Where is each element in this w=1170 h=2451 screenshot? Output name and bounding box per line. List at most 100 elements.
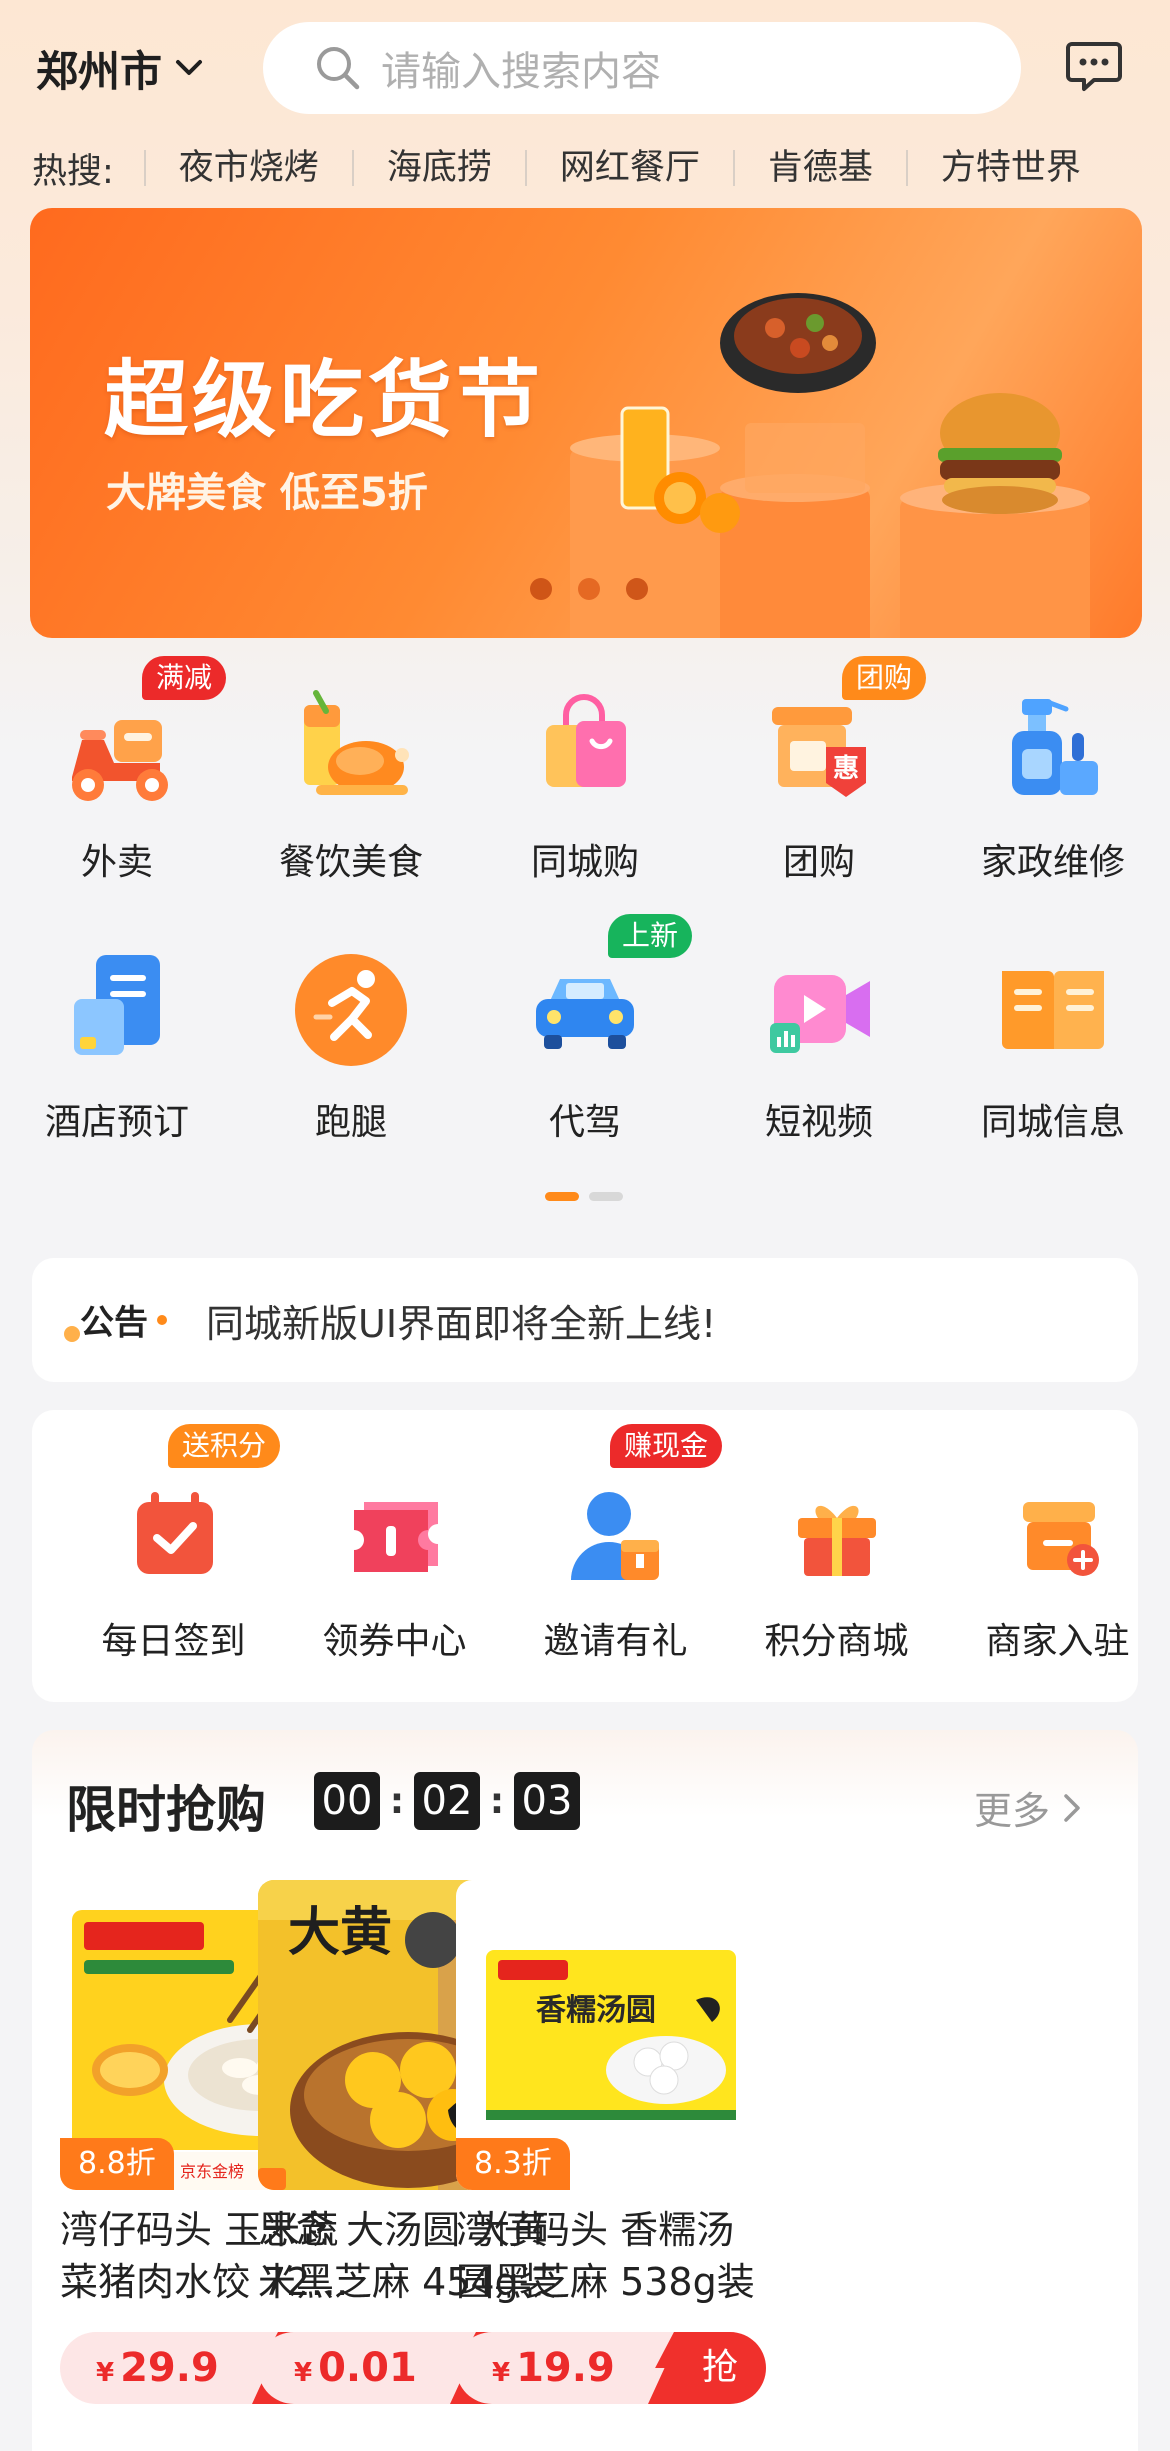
task-points-mall[interactable]: 积分商城 xyxy=(726,1480,947,1664)
calendar-check-icon xyxy=(119,1480,229,1590)
video-camera-icon xyxy=(754,945,884,1075)
product-price: ¥0.01 xyxy=(294,2345,417,2391)
service-label: 同城购 xyxy=(530,842,639,883)
service-label: 家政维修 xyxy=(980,842,1125,883)
svg-text:惠: 惠 xyxy=(833,754,859,784)
task-merchant-join[interactable]: 商家入驻 xyxy=(947,1480,1168,1664)
task-panel: 每日签到 送积分 领券中心 邀请有礼 赚现金 积分商城 商家入驻 xyxy=(32,1410,1138,1702)
banner-dot[interactable] xyxy=(530,578,552,600)
message-icon[interactable] xyxy=(1064,38,1124,94)
hot-keyword[interactable]: 方特世界 xyxy=(905,150,1114,186)
notice-bar[interactable]: 公告 同城新版UI界面即将全新上线! xyxy=(32,1258,1138,1382)
service-label: 外卖 xyxy=(80,842,153,883)
chevron-right-icon xyxy=(1060,1788,1086,1828)
search-bar[interactable]: 请输入搜索内容 xyxy=(263,22,1021,114)
grab-label: 抢 xyxy=(648,2332,766,2404)
cleaning-spray-icon xyxy=(988,685,1118,815)
task-label: 领券中心 xyxy=(322,1621,467,1662)
service-badge: 上新 xyxy=(608,914,693,958)
header: 郑州市 请输入搜索内容 xyxy=(0,0,1170,140)
discount-badge: 8.3折 xyxy=(456,2138,570,2190)
product-card[interactable]: 香糯汤圆 8.3折 湾仔码头 香糯汤圆黑芝麻 538g装 ¥19.9 抢 xyxy=(456,1880,766,2404)
banner-pagination xyxy=(530,578,674,600)
user-gift-icon xyxy=(561,1480,671,1590)
hot-keyword[interactable]: 肯德基 xyxy=(732,150,906,186)
pager-dot-active[interactable] xyxy=(545,1192,579,1201)
banner-dot[interactable] xyxy=(578,578,600,600)
more-label: 更多 xyxy=(974,1789,1051,1833)
service-group-buy[interactable]: 惠 团购 xyxy=(702,685,936,885)
service-grid-pagination xyxy=(545,1192,633,1201)
task-badge: 赚现金 xyxy=(610,1424,723,1468)
search-placeholder: 请输入搜索内容 xyxy=(381,49,661,95)
service-label: 餐饮美食 xyxy=(278,842,423,883)
tangyuan-package-icon: 香糯汤圆 8.3折 xyxy=(456,1880,766,2190)
task-invite[interactable]: 邀请有礼 xyxy=(505,1480,726,1664)
car-icon xyxy=(520,945,650,1075)
service-label: 酒店预订 xyxy=(44,1102,189,1143)
ticket-icon xyxy=(340,1480,450,1590)
task-label: 邀请有礼 xyxy=(543,1621,688,1662)
discount-badge: 8.8折 xyxy=(60,2138,174,2190)
service-label: 短视频 xyxy=(764,1102,873,1143)
service-hotel[interactable]: 酒店预订 xyxy=(0,945,234,1145)
open-book-icon xyxy=(988,945,1118,1075)
timer-hours: 00 xyxy=(314,1772,380,1830)
pager-dot[interactable] xyxy=(589,1192,623,1201)
flash-sale-title: 限时抢购 xyxy=(66,1781,266,1839)
gift-box-icon xyxy=(782,1480,892,1590)
city-selector[interactable]: 郑州市 xyxy=(36,40,206,96)
hot-keyword[interactable]: 夜市烧烤 xyxy=(143,150,352,186)
service-housekeeping[interactable]: 家政维修 xyxy=(936,685,1170,885)
service-dining[interactable]: 餐饮美食 xyxy=(234,685,468,885)
svg-text:京东金榜: 京东金榜 xyxy=(180,2162,244,2181)
scooter-icon xyxy=(52,685,182,815)
hot-keyword[interactable]: 海底捞 xyxy=(351,150,525,186)
service-short-video[interactable]: 短视频 xyxy=(702,945,936,1145)
service-label: 代驾 xyxy=(548,1102,621,1143)
timer-minutes: 02 xyxy=(414,1772,480,1830)
svg-text:香糯汤圆: 香糯汤圆 xyxy=(536,1993,656,2028)
runner-icon xyxy=(286,945,416,1075)
promo-banner[interactable]: 超级吃货节 大牌美食 低至5折 xyxy=(30,208,1142,638)
product-price: ¥29.9 xyxy=(96,2345,219,2391)
service-badge: 团购 xyxy=(842,656,927,700)
service-local-shopping[interactable]: 同城购 xyxy=(468,685,702,885)
announcement-logo: 公告 xyxy=(62,1290,174,1350)
hotel-document-icon xyxy=(52,945,182,1075)
task-label: 积分商城 xyxy=(764,1621,909,1662)
countdown-timer: 00 : 02 : 03 xyxy=(314,1772,580,1830)
product-price: ¥19.9 xyxy=(492,2345,615,2391)
service-designated-driver[interactable]: 代驾 xyxy=(468,945,702,1145)
city-name: 郑州市 xyxy=(36,46,163,96)
shopping-bag-icon xyxy=(520,685,650,815)
notice-text: 同城新版UI界面即将全新上线! xyxy=(206,1301,717,1346)
timer-seconds: 03 xyxy=(514,1772,580,1830)
hot-keyword[interactable]: 网红餐厅 xyxy=(524,150,733,186)
task-label: 每日签到 xyxy=(101,1621,246,1662)
chevron-down-icon xyxy=(172,51,206,85)
banner-dot[interactable] xyxy=(626,578,648,600)
service-label: 同城信息 xyxy=(980,1102,1125,1143)
service-grid: 外卖 满减 餐饮美食 同城购 惠 团购 团购 家政维修 酒店预订 跑腿 代驾 上… xyxy=(0,650,1170,1190)
buy-button[interactable]: ¥19.9 抢 xyxy=(456,2332,766,2404)
service-errand[interactable]: 跑腿 xyxy=(234,945,468,1145)
store-add-icon xyxy=(1003,1480,1113,1590)
banner-title: 超级吃货节 xyxy=(104,351,545,449)
product-name: 湾仔码头 香糯汤圆黑芝麻 538g装 xyxy=(456,2208,755,2304)
search-icon xyxy=(313,43,363,93)
task-daily-checkin[interactable]: 每日签到 xyxy=(63,1480,284,1664)
service-label: 团购 xyxy=(782,842,855,883)
flash-sale-section: 限时抢购 00 : 02 : 03 更多 京东金榜 8.8折 湾仔码头 玉米蔬菜… xyxy=(32,1730,1138,2451)
more-link[interactable]: 更多 xyxy=(974,1780,1086,1835)
announcement-logo-text: 公告 xyxy=(80,1303,148,1343)
hot-search-label: 热搜: xyxy=(32,151,114,192)
svg-text:大黄: 大黄 xyxy=(288,1903,392,1963)
task-label: 商家入驻 xyxy=(985,1621,1130,1662)
task-coupon-center[interactable]: 领券中心 xyxy=(284,1480,505,1664)
hot-search-bar: 热搜: 夜市烧烤 海底捞 网红餐厅 肯德基 方特世界 xyxy=(32,140,1142,196)
service-takeout[interactable]: 外卖 xyxy=(0,685,234,885)
timer-separator: : xyxy=(489,1780,505,1822)
service-local-info[interactable]: 同城信息 xyxy=(936,945,1170,1145)
timer-separator: : xyxy=(389,1780,405,1822)
